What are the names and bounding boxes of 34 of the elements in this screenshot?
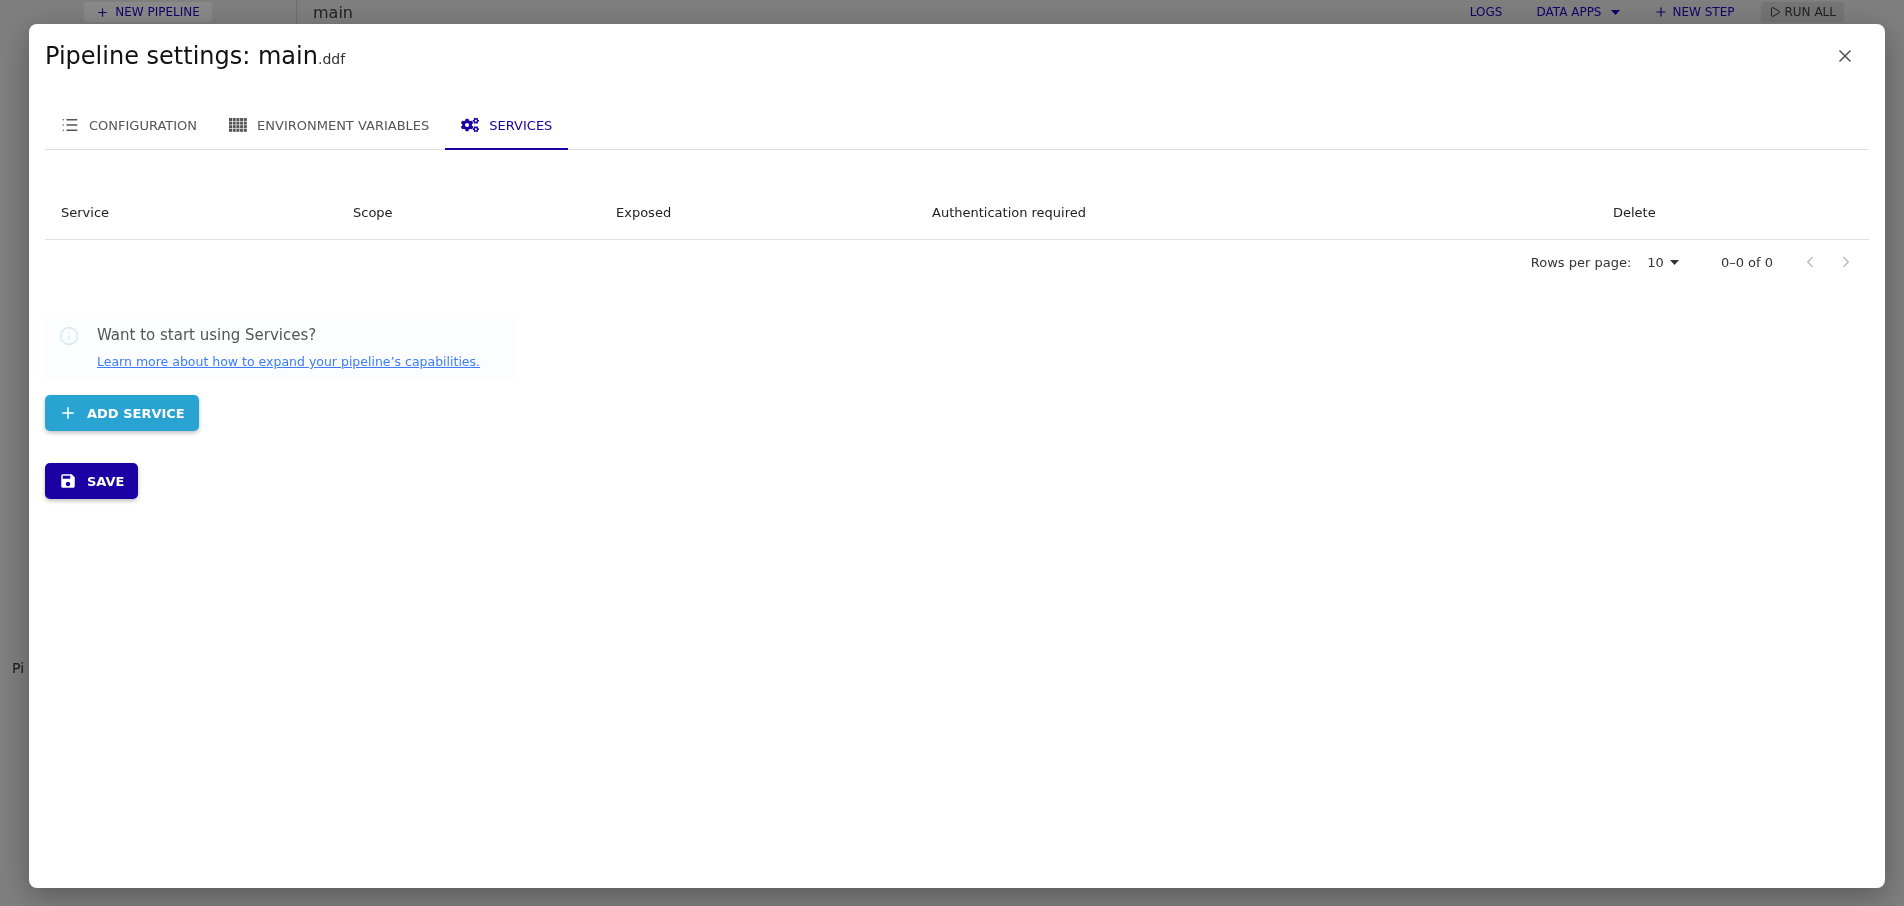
column-header: Scope <box>352 204 394 222</box>
column-header: Exposed <box>615 204 673 222</box>
settings-tab[interactable]: ENVIRONMENT VARIABLES <box>213 102 446 150</box>
plus-icon <box>96 5 110 19</box>
toolbar-button[interactable]: DATA APPS <box>1528 2 1629 22</box>
list-icon <box>61 116 79 134</box>
sidebar-label: Pi <box>12 660 25 676</box>
column-header: Delete <box>1612 204 1657 222</box>
rows-per-page-select[interactable]: 10 <box>1641 253 1685 271</box>
new-pipeline-button[interactable]: NEW PIPELINE <box>84 2 212 22</box>
page-range: 0–0 of 0 <box>1720 254 1773 270</box>
play-icon <box>1768 6 1781 18</box>
column-header: Authentication required <box>931 204 1088 222</box>
settings-tab[interactable]: SERVICES <box>445 102 569 150</box>
column-header: Service <box>60 204 111 222</box>
caret-icon <box>1669 259 1679 265</box>
grid-icon <box>229 118 248 132</box>
settings-tab[interactable]: CONFIGURATION <box>45 102 214 150</box>
info-title: Want to start using Services? <box>97 326 318 344</box>
caret-icon <box>1611 9 1621 15</box>
gears-icon <box>461 116 480 134</box>
save-icon <box>59 472 77 490</box>
add-service-button[interactable]: ADD SERVICE <box>45 395 199 431</box>
pipeline-title: main <box>313 2 353 22</box>
toolbar-button[interactable]: LOGS <box>1461 2 1511 22</box>
rows-per-page-label: Rows per page: <box>1530 254 1632 270</box>
info-icon <box>59 326 79 346</box>
learn-more-link[interactable]: Learn more about how to expand your pipeline’s capabilities. <box>97 354 481 369</box>
plus-icon <box>59 404 77 422</box>
plus-icon <box>1654 5 1669 19</box>
toolbar-button[interactable]: RUN ALL <box>1760 2 1844 22</box>
dialog-title: Pipeline settings: main.ddf <box>45 41 346 72</box>
save-button[interactable]: SAVE <box>45 463 139 499</box>
toolbar-button[interactable]: NEW STEP <box>1646 2 1743 22</box>
